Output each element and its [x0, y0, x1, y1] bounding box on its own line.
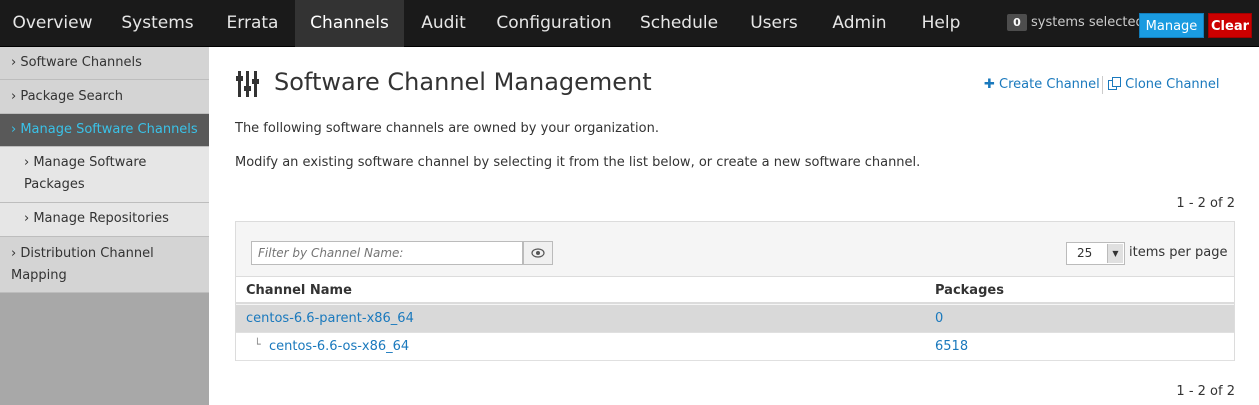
- package-count-link[interactable]: 6518: [935, 339, 968, 354]
- intro-text-owned: The following software channels are owne…: [235, 121, 659, 136]
- systems-selected-count-badge: 0: [1007, 14, 1027, 31]
- nav-tab-schedule[interactable]: Schedule: [625, 0, 733, 47]
- filter-button[interactable]: [523, 241, 553, 265]
- manage-button[interactable]: Manage: [1139, 13, 1204, 38]
- action-divider: [1102, 76, 1103, 94]
- channel-list-panel: 25 ▼ items per page Channel Name Package…: [235, 221, 1235, 361]
- table-row: centos-6.6-parent-x86_64 0: [236, 305, 1234, 333]
- sidebar-item-manage-software-channels[interactable]: › Manage Software Channels: [0, 114, 209, 147]
- clear-button[interactable]: Clear: [1208, 13, 1252, 38]
- sidebar: › Software Channels › Package Search › M…: [0, 47, 209, 405]
- package-count-link[interactable]: 0: [935, 311, 943, 326]
- sidebar-item-manage-repositories[interactable]: › Manage Repositories: [0, 203, 209, 237]
- create-channel-label: Create Channel: [999, 77, 1100, 92]
- top-navigation-bar: Overview Systems Errata Channels Audit C…: [0, 0, 1259, 47]
- nav-tab-users[interactable]: Users: [733, 0, 815, 47]
- page-title: Software Channel Management: [274, 68, 652, 96]
- nav-tab-admin[interactable]: Admin: [815, 0, 904, 47]
- sidebar-item-manage-software-packages[interactable]: › Manage Software Packages: [0, 147, 209, 203]
- nav-tab-help[interactable]: Help: [904, 0, 978, 47]
- column-header-packages[interactable]: Packages: [935, 283, 1004, 298]
- create-channel-link[interactable]: ✚ Create Channel: [984, 76, 1100, 94]
- intro-text-modify: Modify an existing software channel by s…: [235, 155, 921, 170]
- plus-icon: ✚: [984, 77, 995, 92]
- nav-tab-errata[interactable]: Errata: [210, 0, 295, 47]
- items-per-page-value: 25: [1077, 246, 1093, 260]
- table-row: └ centos-6.6-os-x86_64 6518: [236, 333, 1234, 361]
- nav-tab-overview[interactable]: Overview: [0, 0, 105, 47]
- sidebar-item-software-channels[interactable]: › Software Channels: [0, 47, 209, 80]
- nav-tab-audit[interactable]: Audit: [404, 0, 483, 47]
- dropdown-arrow-icon: ▼: [1107, 244, 1123, 263]
- channel-name-link[interactable]: centos-6.6-os-x86_64: [269, 339, 409, 354]
- sidebar-item-distribution-channel-mapping[interactable]: › Distribution Channel Mapping: [0, 237, 209, 293]
- column-header-channel-name[interactable]: Channel Name: [246, 283, 352, 298]
- systems-selected-label: systems selected: [1031, 15, 1144, 30]
- channel-name-link[interactable]: centos-6.6-parent-x86_64: [246, 311, 414, 326]
- channel-sliders-icon: [236, 71, 259, 97]
- nav-tab-channels[interactable]: Channels: [295, 0, 404, 47]
- clone-icon: [1108, 77, 1121, 90]
- pagination-bottom: 1 - 2 of 2: [1176, 384, 1235, 399]
- eye-icon: [531, 248, 545, 258]
- nav-tab-systems[interactable]: Systems: [105, 0, 210, 47]
- clone-channel-label: Clone Channel: [1125, 77, 1220, 92]
- filter-channel-name-input[interactable]: [251, 241, 523, 265]
- items-per-page-label: items per page: [1129, 245, 1228, 260]
- sidebar-item-package-search[interactable]: › Package Search: [0, 80, 209, 114]
- clone-channel-link[interactable]: Clone Channel: [1108, 76, 1220, 94]
- tree-child-icon: └: [254, 338, 261, 351]
- pagination-top: 1 - 2 of 2: [1176, 196, 1235, 211]
- items-per-page-select[interactable]: 25 ▼: [1066, 242, 1125, 265]
- table-header: Channel Name Packages: [236, 276, 1234, 304]
- nav-tab-configuration[interactable]: Configuration: [483, 0, 625, 47]
